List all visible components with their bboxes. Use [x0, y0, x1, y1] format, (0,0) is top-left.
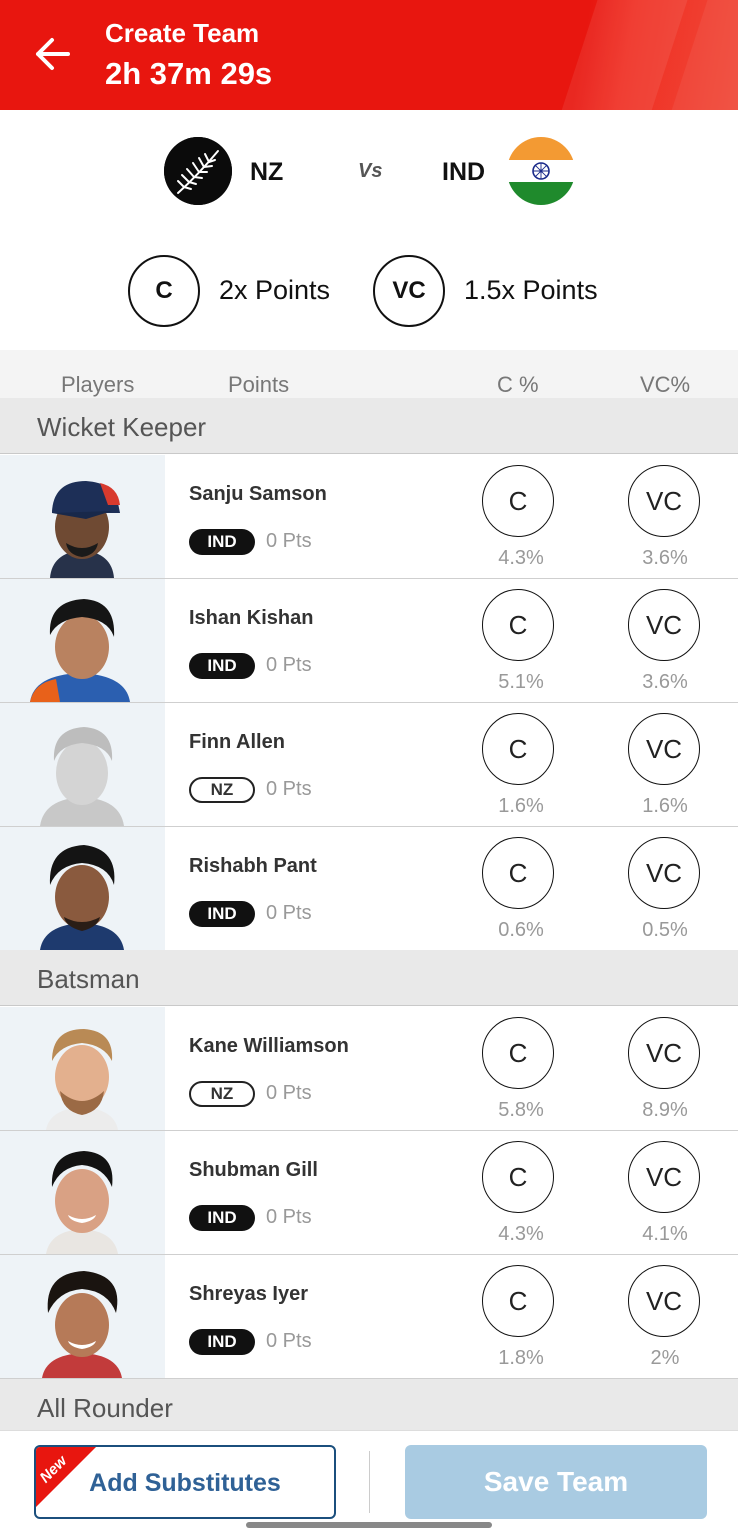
player-name: Ishan Kishan: [189, 607, 314, 629]
captain-percent: 5.1%: [498, 671, 544, 693]
player-points: 0 Pts: [266, 902, 312, 924]
select-vice-captain-button[interactable]: VC: [628, 837, 700, 909]
page-title: Create Team: [105, 18, 260, 48]
section-title: Batsman: [37, 964, 140, 994]
india-flag-icon: [507, 137, 575, 205]
save-team-button[interactable]: Save Team: [405, 1445, 707, 1519]
team-badge: IND: [189, 1329, 255, 1355]
vice-captain-percent: 3.6%: [642, 547, 688, 569]
player-row: Kane Williamson NZ 0 Pts C 5.8% VC 8.9%: [0, 1007, 738, 1131]
countdown-timer: 2h 37m 29s: [105, 56, 273, 91]
player-points: 0 Pts: [266, 530, 312, 552]
captain-legend-badge: C: [128, 255, 200, 327]
player-name: Shreyas Iyer: [189, 1283, 308, 1305]
app-header: Create Team 2h 37m 29s: [0, 0, 738, 110]
section-header-batsman: Batsman: [0, 950, 738, 1006]
select-captain-button[interactable]: C: [482, 837, 554, 909]
team1-name: NZ: [250, 158, 284, 186]
select-vice-captain-button[interactable]: VC: [628, 589, 700, 661]
vice-captain-legend-text: 1.5x Points: [464, 275, 598, 305]
player-avatar: [0, 827, 165, 950]
save-team-label: Save Team: [483, 1466, 629, 1497]
vs-label: Vs: [358, 160, 383, 182]
player-avatar: [0, 1131, 165, 1254]
section-title: All Rounder: [37, 1393, 173, 1423]
player-row: Finn Allen NZ 0 Pts C 1.6% VC 1.6%: [0, 703, 738, 827]
player-name: Rishabh Pant: [189, 855, 317, 877]
player-avatar-placeholder: [0, 703, 165, 826]
player-points: 0 Pts: [266, 1330, 312, 1352]
player-points: 0 Pts: [266, 654, 312, 676]
captain-legend-text: 2x Points: [219, 275, 331, 305]
add-substitutes-label: Add Substitutes: [89, 1469, 281, 1497]
select-captain-button[interactable]: C: [482, 1265, 554, 1337]
player-points: 0 Pts: [266, 1206, 312, 1228]
team2-name: IND: [442, 158, 486, 186]
home-indicator[interactable]: [246, 1522, 492, 1528]
team-badge: NZ: [189, 1081, 255, 1107]
bottom-action-bar: New Add Substitutes Save Team: [0, 1430, 738, 1531]
vice-captain-percent: 2%: [650, 1347, 680, 1369]
player-avatar: [0, 1255, 165, 1378]
player-row: Shubman Gill IND 0 Pts C 4.3% VC 4.1%: [0, 1131, 738, 1255]
select-vice-captain-button[interactable]: VC: [628, 465, 700, 537]
select-vice-captain-button[interactable]: VC: [628, 1141, 700, 1213]
team-badge: IND: [189, 653, 255, 679]
vice-captain-percent: 8.9%: [642, 1099, 688, 1121]
divider: [369, 1451, 370, 1513]
player-points: 0 Pts: [266, 1082, 312, 1104]
player-row: Shreyas Iyer IND 0 Pts C 1.8% VC 2%: [0, 1255, 738, 1379]
player-row: Rishabh Pant IND 0 Pts C 0.6% VC 0.5%: [0, 827, 738, 951]
player-avatar: [0, 579, 165, 702]
select-captain-button[interactable]: C: [482, 589, 554, 661]
vice-captain-percent: 0.5%: [642, 919, 688, 941]
captain-percent: 4.3%: [498, 1223, 544, 1245]
column-header-vc-pct[interactable]: VC%: [640, 372, 690, 398]
player-name: Finn Allen: [189, 731, 285, 753]
header-decoration: [555, 0, 691, 110]
section-title: Wicket Keeper: [37, 412, 207, 442]
back-arrow-icon[interactable]: [32, 36, 72, 72]
select-vice-captain-button[interactable]: VC: [628, 713, 700, 785]
player-name: Shubman Gill: [189, 1159, 318, 1181]
select-captain-button[interactable]: C: [482, 1017, 554, 1089]
add-substitutes-button[interactable]: New Add Substitutes: [34, 1445, 336, 1519]
captain-percent: 0.6%: [498, 919, 544, 941]
vice-captain-percent: 1.6%: [642, 795, 688, 817]
vice-captain-percent: 3.6%: [642, 671, 688, 693]
select-captain-button[interactable]: C: [482, 1141, 554, 1213]
captain-percent: 4.3%: [498, 547, 544, 569]
captain-percent: 1.6%: [498, 795, 544, 817]
select-vice-captain-button[interactable]: VC: [628, 1265, 700, 1337]
select-captain-button[interactable]: C: [482, 465, 554, 537]
vice-captain-percent: 4.1%: [642, 1223, 688, 1245]
player-name: Kane Williamson: [189, 1035, 349, 1057]
section-header-wicket-keeper: Wicket Keeper: [0, 398, 738, 454]
player-avatar: [0, 1007, 165, 1130]
column-header-c-pct[interactable]: C %: [497, 372, 539, 398]
team-badge: IND: [189, 1205, 255, 1231]
column-headers: Players Points C % VC%: [0, 350, 738, 398]
player-row: Ishan Kishan IND 0 Pts C 5.1% VC 3.6%: [0, 579, 738, 703]
team-badge: NZ: [189, 777, 255, 803]
team-badge: IND: [189, 529, 255, 555]
match-info: NZ Vs IND C 2x Points VC 1.5x Points: [0, 110, 738, 350]
captain-percent: 5.8%: [498, 1099, 544, 1121]
player-avatar: [0, 455, 165, 578]
vice-captain-legend-badge: VC: [373, 255, 445, 327]
player-name: Sanju Samson: [189, 483, 327, 505]
player-row: Sanju Samson IND 0 Pts C 4.3% VC 3.6%: [0, 455, 738, 579]
captain-percent: 1.8%: [498, 1347, 544, 1369]
select-vice-captain-button[interactable]: VC: [628, 1017, 700, 1089]
nz-fern-flag-icon: [164, 137, 232, 205]
select-captain-button[interactable]: C: [482, 713, 554, 785]
player-points: 0 Pts: [266, 778, 312, 800]
team-badge: IND: [189, 901, 255, 927]
column-header-points[interactable]: Points: [228, 372, 289, 398]
column-header-players[interactable]: Players: [61, 372, 134, 398]
section-header-all-rounder: All Rounder: [0, 1379, 738, 1431]
